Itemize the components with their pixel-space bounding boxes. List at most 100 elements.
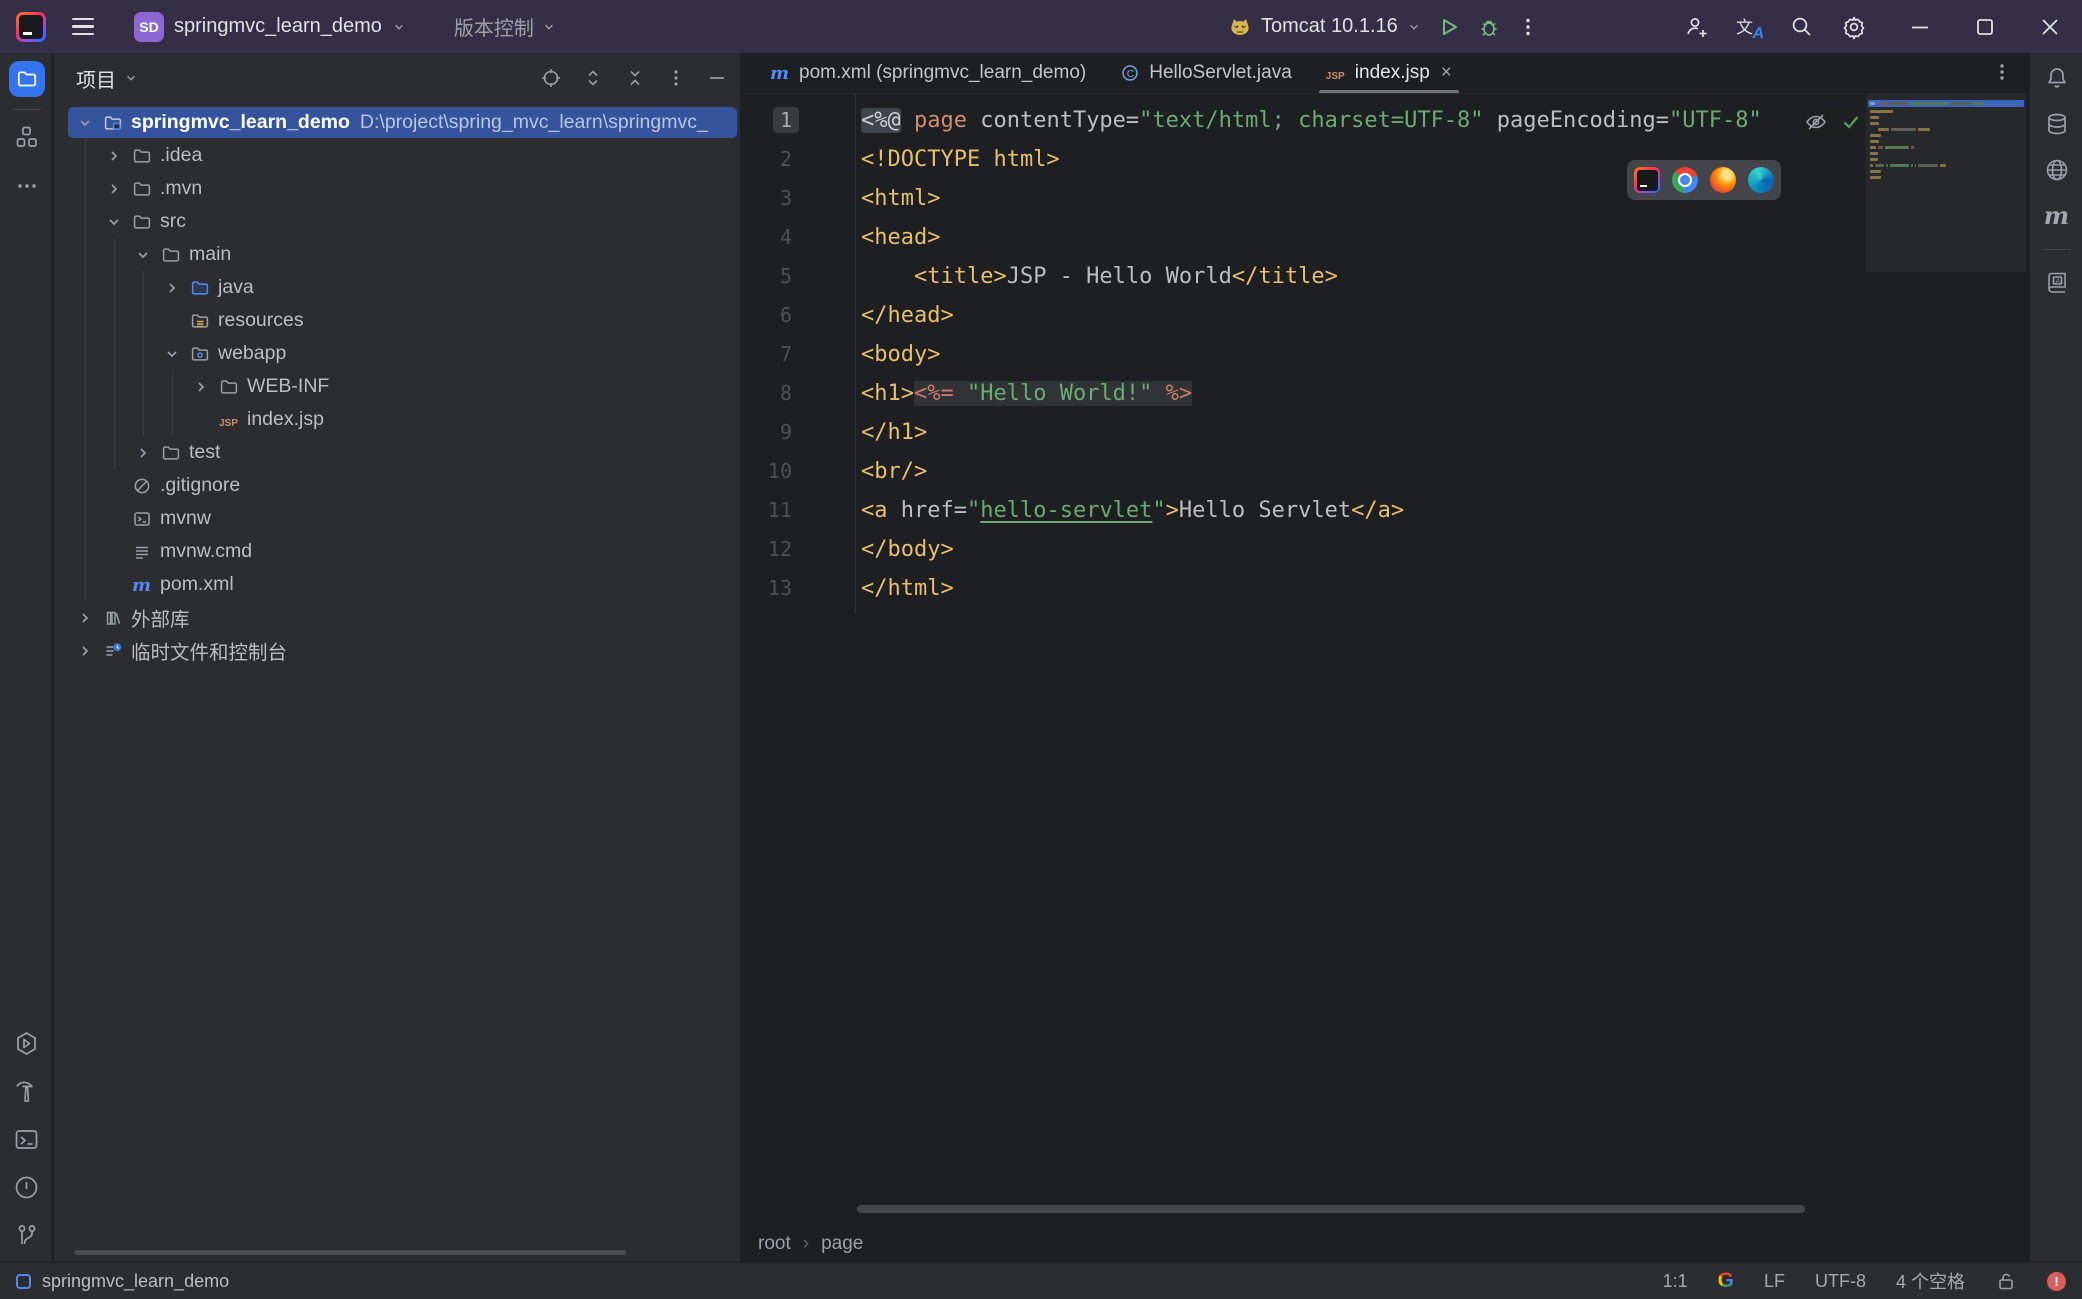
tree-item-_[interactable]: 外部库 [54,601,740,634]
chevron-right-icon[interactable] [75,641,95,661]
structure-tool-button[interactable] [14,124,40,150]
tree-item-mvnw.cmd[interactable]: mvnw.cmd [54,535,740,568]
collapse-all-button[interactable] [624,67,646,89]
tree-item-springmvc_learn_demo[interactable]: springmvc_learn_demoD:\project\spring_mv… [54,106,740,139]
tab-HelloServlet.java[interactable]: CHelloServlet.java [1103,53,1309,93]
notifications-bell-icon[interactable] [2044,65,2070,91]
vcs-widget[interactable]: 版本控制 [454,12,556,41]
tree-item-.gitignore[interactable]: .gitignore [54,469,740,502]
breadcrumb-root[interactable]: root [758,1233,791,1255]
more-actions-button[interactable] [1517,16,1539,38]
tab-pom.xml_springmvc_learn_demo_[interactable]: mpom.xml (springmvc_learn_demo) [753,53,1103,93]
chevron-down-icon[interactable] [133,245,153,265]
database-tool-button[interactable] [2044,111,2070,137]
chevron-right-icon[interactable] [104,179,124,199]
chevron-right-icon[interactable] [191,377,211,397]
chevron-right-icon[interactable] [162,278,182,298]
chevron-down-icon[interactable] [162,344,182,364]
code-line-3[interactable]: 3<html> [740,179,2029,218]
tree-item-WEB-INF[interactable]: WEB-INF [54,370,740,403]
settings-gear-icon[interactable] [1841,14,1867,40]
no-problems-check-icon[interactable] [1840,111,1862,133]
edge-icon[interactable] [1748,167,1774,193]
tree-item-resources[interactable]: resources [54,304,740,337]
close-tab-icon[interactable]: × [1441,62,1452,84]
maven-tool-button[interactable]: m [2044,203,2069,229]
documentation-book-icon[interactable]: A [2044,270,2070,296]
minimize-button[interactable] [1908,15,1932,39]
code-line-4[interactable]: 4<head> [740,218,2029,257]
editor-hscrollbar[interactable] [857,1205,1805,1213]
code-line-2[interactable]: 2<!DOCTYPE html> [740,140,2029,179]
maximize-button[interactable] [1973,15,1997,39]
close-window-button[interactable] [2038,15,2062,39]
problems-tool-button[interactable] [13,1174,40,1201]
tree-item-test[interactable]: test [54,436,740,469]
file-encoding[interactable]: UTF-8 [1815,1271,1866,1292]
code-line-12[interactable]: 12</body> [740,530,2029,569]
run-button[interactable] [1437,15,1461,39]
tree-item-index.jsp[interactable]: JSPindex.jsp [54,403,740,436]
chevron-right-icon[interactable] [75,608,95,628]
tab-index.jsp[interactable]: JSPindex.jsp× [1309,53,1469,93]
open-in-idea-icon[interactable] [1634,167,1660,193]
hide-panel-button[interactable] [706,67,728,89]
run-configuration-selector[interactable]: Tomcat 10.1.16 [1228,15,1421,39]
unlock-icon[interactable] [1995,1270,2017,1292]
tree-item-.idea[interactable]: .idea [54,139,740,172]
indent-setting[interactable]: 4 个空格 [1896,1268,1965,1294]
more-tool-windows-button[interactable] [15,174,39,198]
tree-item-pom.xml[interactable]: mpom.xml [54,568,740,601]
tree-item-mvnw[interactable]: mvnw [54,502,740,535]
panel-options-button[interactable] [666,68,686,88]
debug-button[interactable] [1477,15,1501,39]
build-tool-button[interactable] [13,1078,40,1105]
error-indicator[interactable]: ! [2047,1272,2066,1291]
git-tool-button[interactable] [13,1222,40,1249]
line-ending[interactable]: LF [1764,1271,1785,1292]
terminal-tool-button[interactable] [13,1126,40,1153]
chevron-right-icon[interactable] [104,146,124,166]
code-line-6[interactable]: 6</head> [740,296,2029,335]
expand-all-button[interactable] [582,67,604,89]
firefox-icon[interactable] [1710,167,1736,193]
project-tool-button[interactable] [9,61,45,97]
locate-file-button[interactable] [540,67,562,89]
project-panel-hscrollbar[interactable] [74,1250,626,1255]
code-editor[interactable]: 1<%@ page contentType="text/html; charse… [740,94,2029,608]
code-line-13[interactable]: 13</html> [740,569,2029,608]
highlighting-eye-off-icon[interactable] [1804,110,1828,134]
translate-icon[interactable]: 文A [1736,15,1762,39]
chevron-down-icon[interactable] [104,212,124,232]
search-everywhere-button[interactable] [1789,14,1814,39]
chrome-icon[interactable] [1672,167,1698,193]
tree-item-.mvn[interactable]: .mvn [54,172,740,205]
project-widget[interactable]: SD springmvc_learn_demo [134,12,406,42]
tree-item-main[interactable]: main [54,238,740,271]
status-project-name[interactable]: springmvc_learn_demo [42,1271,229,1292]
tree-item-_[interactable]: 临时文件和控制台 [54,634,740,667]
google-translate-icon[interactable]: G [1718,1269,1734,1293]
code-line-7[interactable]: 7<body> [740,335,2029,374]
project-panel-title[interactable]: 项目 [76,64,138,93]
tab-list-button[interactable] [1991,61,2013,83]
tree-item-webapp[interactable]: webapp [54,337,740,370]
chevron-right-icon[interactable] [133,443,153,463]
endpoints-globe-icon[interactable] [2044,157,2070,183]
tree-item-java[interactable]: java [54,271,740,304]
code-line-9[interactable]: 9</h1> [740,413,2029,452]
editor-minimap[interactable] [1866,94,2026,272]
tree-item-src[interactable]: src [54,205,740,238]
code-with-me-button[interactable] [1683,14,1709,40]
code-line-11[interactable]: 11<a href="hello-servlet">Hello Servlet<… [740,491,2029,530]
project-tool-window: 项目 [54,53,740,1262]
caret-position[interactable]: 1:1 [1663,1271,1688,1292]
code-line-10[interactable]: 10<br/> [740,452,2029,491]
chevron-down-icon[interactable] [75,113,95,133]
status-project-icon [16,1274,31,1289]
breadcrumb-page[interactable]: page [821,1233,863,1255]
services-tool-button[interactable] [13,1030,40,1057]
code-line-5[interactable]: 5 <title>JSP - Hello World</title> [740,257,2029,296]
main-menu-button[interactable] [68,14,98,39]
code-line-8[interactable]: 8<h1><%= "Hello World!" %> [740,374,2029,413]
